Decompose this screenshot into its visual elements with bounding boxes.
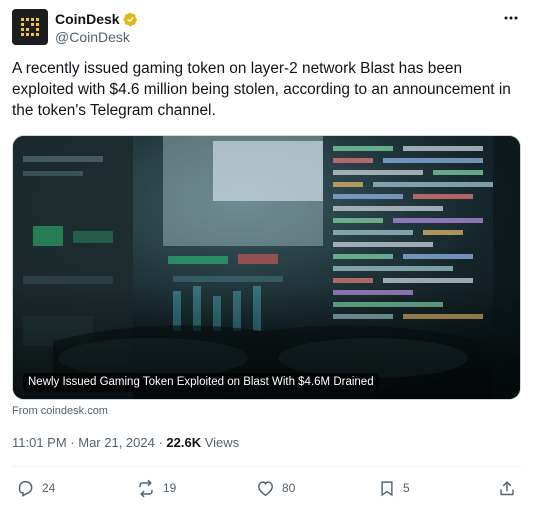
like-count: 80 — [282, 481, 296, 495]
reply-button[interactable]: 24 — [16, 478, 55, 498]
tweet-time[interactable]: 11:01 PM — [12, 435, 67, 450]
heart-icon — [256, 479, 275, 498]
share-button[interactable] — [498, 478, 516, 498]
more-options-icon[interactable] — [500, 9, 522, 27]
link-card-image[interactable]: Newly Issued Gaming Token Exploited on B… — [12, 135, 521, 400]
tweet-text: A recently issued gaming token on layer-… — [12, 60, 511, 119]
share-icon — [498, 479, 516, 498]
bookmark-button[interactable]: 5 — [378, 478, 410, 498]
card-caption[interactable]: Newly Issued Gaming Token Exploited on B… — [23, 373, 379, 392]
display-name-row: CoinDesk — [55, 10, 138, 28]
card-source[interactable]: From coindesk.com — [12, 405, 108, 417]
author-handle[interactable]: @CoinDesk — [55, 29, 138, 45]
tweet: CoinDesk @CoinDesk A recently issued gam… — [0, 0, 534, 506]
avatar[interactable] — [12, 9, 48, 45]
tweet-header: CoinDesk @CoinDesk — [12, 9, 522, 47]
retweet-icon — [136, 479, 156, 498]
verified-badge-icon[interactable] — [123, 12, 138, 27]
bookmark-icon — [378, 479, 396, 498]
meta-separator: · — [66, 435, 79, 450]
like-button[interactable]: 80 — [256, 478, 295, 498]
display-name[interactable]: CoinDesk — [55, 11, 120, 27]
tweet-meta: 11:01 PM · Mar 21, 2024 · 22.6K Views — [12, 435, 239, 450]
retweet-button[interactable]: 19 — [136, 478, 176, 498]
views-label: Views — [201, 435, 240, 450]
views-count: 22.6K — [166, 435, 202, 450]
divider — [12, 466, 522, 467]
meta-separator: · — [154, 435, 167, 450]
article-thumbnail-image — [13, 136, 520, 399]
bookmark-count: 5 — [403, 481, 410, 495]
author-names: CoinDesk @CoinDesk — [55, 10, 138, 45]
coindesk-logo-icon — [12, 9, 48, 45]
reply-icon — [16, 479, 35, 498]
retweet-count: 19 — [163, 481, 177, 495]
reply-count: 24 — [42, 481, 56, 495]
tweet-date[interactable]: Mar 21, 2024 — [78, 435, 155, 450]
action-bar: 24 19 80 5 — [12, 478, 522, 498]
